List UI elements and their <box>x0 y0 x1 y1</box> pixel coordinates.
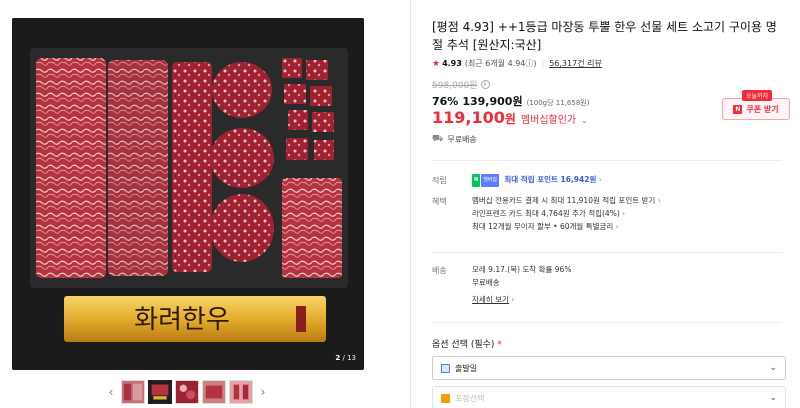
original-price-text: 598,000원 <box>432 81 478 91</box>
discount-rate: 76% <box>432 95 459 108</box>
main-product-image[interactable]: 화려한우 2 / 13 <box>12 18 364 370</box>
separator: | <box>541 59 545 68</box>
gift-icon <box>441 393 450 403</box>
shipping-row: ⛟ 무료배송 <box>432 134 477 145</box>
max-points-text: 최대 적립 포인트 16,942원 <box>504 175 597 184</box>
delivery-fee: 무료배송 <box>472 278 500 287</box>
today-only-badge: 오늘까지 <box>742 90 773 101</box>
beef-gift-set-image: 화려한우 <box>12 18 364 370</box>
benefit-item[interactable]: 최대 12개월 무이자 할부 • 60개월 특별금리 › <box>472 220 661 233</box>
benefit-item[interactable]: 라인프렌즈 카드 최대 4,764원 추가 적립(4%) › <box>472 207 661 220</box>
thumb-prev-button[interactable]: ‹ <box>104 381 118 403</box>
rating-row: ★ 4.93 (최근 6개월 4.94ⓘ) | 56,317건 리뷰 <box>432 58 602 69</box>
info-icon[interactable]: i <box>480 80 490 89</box>
benefit-item[interactable]: 멤버십 전용카드 결제 시 최대 11,910원 적립 포인트 받기 › <box>472 194 661 207</box>
sale-price-row: 76% 139,900원 (100g당 11,658원) <box>432 93 589 109</box>
option-title: 옵션 선택 (필수) * <box>432 340 502 350</box>
chevron-down-icon[interactable]: ⌄ <box>581 116 588 125</box>
thumbnail-strip: ‹ › <box>104 380 270 404</box>
chevron-down-icon: ⌄ <box>769 393 777 403</box>
arrival-estimate: 모레 9.17.(목) 도착 확률 96% <box>472 265 572 274</box>
member-price-label[interactable]: 멤버십할인가 <box>521 111 576 126</box>
column-divider <box>410 0 411 408</box>
benefits-label: 혜택 <box>432 197 447 206</box>
member-price-row: 119,100원 멤버십할인가 ⌄ <box>432 108 588 127</box>
sale-price: 139,900원 <box>462 95 523 108</box>
chevron-right-icon: › <box>598 175 602 184</box>
chevron-right-icon: › <box>622 209 626 218</box>
member-price: 119,100원 <box>432 108 516 127</box>
thumbnail-2[interactable] <box>148 380 172 404</box>
original-price: 598,000원 i <box>432 78 490 91</box>
chevron-right-icon: › <box>511 295 515 304</box>
select-label: 포장선택 <box>455 393 485 403</box>
points-label: 적립 <box>432 176 447 185</box>
chevron-right-icon: › <box>657 196 661 205</box>
chevron-down-icon: ⌄ <box>769 363 777 373</box>
plaque-text: 화려한우 <box>134 305 230 335</box>
section-divider <box>432 322 782 323</box>
coupon-label: 쿠폰 받기 <box>746 104 779 114</box>
coupon-button[interactable]: N 쿠폰 받기 <box>722 98 790 120</box>
npay-membership-icon: N 멤버쉽 <box>472 173 499 187</box>
thumbnail-4[interactable] <box>202 380 226 404</box>
benefits-list: 멤버십 전용카드 결제 시 최대 11,910원 적립 포인트 받기 › 라인프… <box>472 194 661 233</box>
thumbnail-5[interactable] <box>229 380 253 404</box>
product-gallery: 화려한우 2 / 13 ‹ › <box>0 0 410 408</box>
product-info: [평점 4.93] ++1등급 마장동 투뿔 한우 선물 세트 소고기 구이용 … <box>432 0 792 408</box>
delivery-info: 모레 9.17.(목) 도착 확률 96% 무료배송 자세히 보기 › <box>472 263 571 306</box>
rating-recent[interactable]: (최근 6개월 4.94ⓘ) <box>465 58 537 69</box>
naver-n-icon: N <box>733 104 743 114</box>
image-counter: 2 / 13 <box>335 354 356 362</box>
thumb-next-button[interactable]: › <box>256 381 270 403</box>
product-title: [평점 4.93] ++1등급 마장동 투뿔 한우 선물 세트 소고기 구이용 … <box>432 20 777 52</box>
select-label: 출발일 <box>455 363 478 373</box>
delivery-label: 배송 <box>432 266 447 275</box>
departure-date-select[interactable]: 출발일 ⌄ <box>432 356 786 380</box>
shipping-text: 무료배송 <box>447 135 477 144</box>
packaging-select[interactable]: 포장선택 ⌄ <box>432 386 786 408</box>
chevron-right-icon: › <box>615 222 619 231</box>
section-divider <box>432 160 782 161</box>
review-count-link[interactable]: 56,317건 리뷰 <box>549 58 602 69</box>
thumbnail-3[interactable] <box>175 380 199 404</box>
star-icon: ★ <box>432 58 441 69</box>
calendar-icon <box>441 363 450 373</box>
truck-icon: ⛟ <box>432 134 444 144</box>
unit-price: (100g당 11,658원) <box>526 99 590 107</box>
rating-value: 4.93 <box>442 59 462 68</box>
section-divider <box>432 252 782 253</box>
delivery-detail-link[interactable]: 자세히 보기 › <box>472 293 571 306</box>
points-row[interactable]: N 멤버쉽 최대 적립 포인트 16,942원 › <box>472 173 602 187</box>
thumbnail-1[interactable] <box>121 380 145 404</box>
